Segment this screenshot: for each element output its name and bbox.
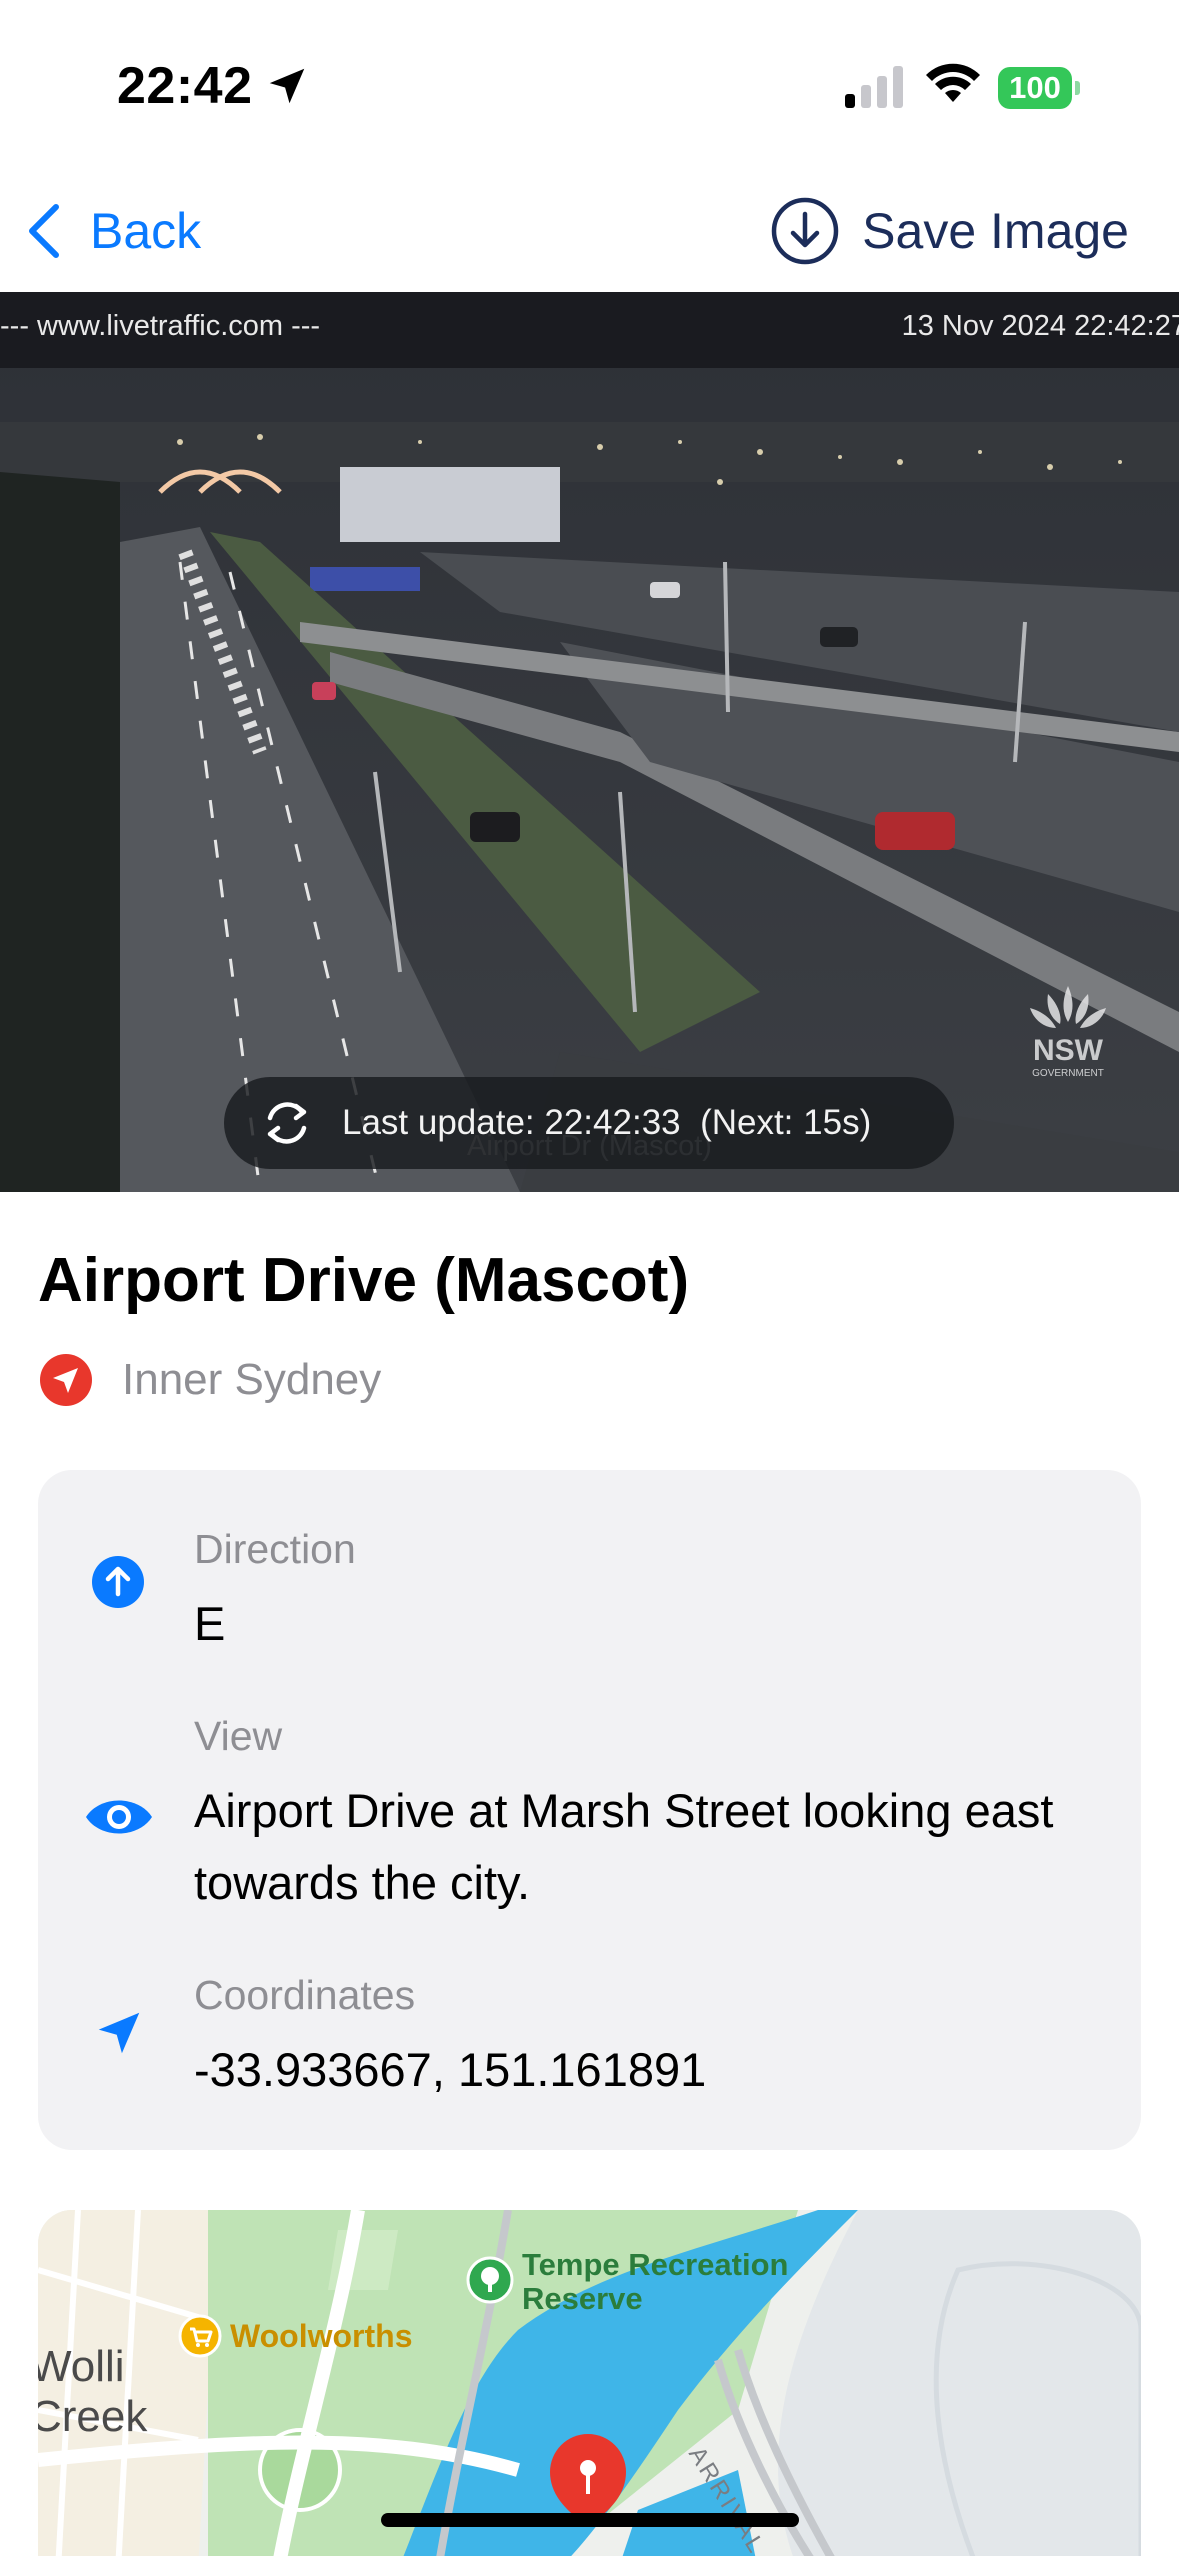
status-bar: 22:42 100 [0,0,1179,170]
camera-header-band: --- www.livetraffic.com --- 13 Nov 2024 … [0,292,1179,368]
location-map[interactable]: Tempe Recreation Reserve Woolworths Woll… [38,2210,1141,2556]
last-update-text: Last update: 22:42:33 (Next: 15s) [342,1103,872,1142]
camera-title: Airport Drive (Mascot) [38,1246,690,1315]
region-row: Inner Sydney [38,1352,381,1408]
home-indicator[interactable] [381,2513,799,2527]
region-label: Inner Sydney [122,1355,382,1404]
camera-timestamp: 13 Nov 2024 22:42:27 [901,310,1179,342]
camera-details-card: Direction E View Airport Drive at Marsh … [38,1470,1141,2150]
wifi-icon [926,63,980,102]
suburb-label-line1: Wolli [38,2342,125,2391]
camera-scene [0,292,1179,1192]
coordinates-value: -33.933667, 151.161891 [194,2043,707,2096]
last-update-pill[interactable]: Last update: 22:42:33 (Next: 15s) [224,1077,954,1169]
cellular-signal-icon [845,66,903,108]
location-arrow-icon [269,68,305,104]
nsw-government-logo: NSW GOVERNMENT [1030,986,1106,1079]
suburb-label-line2: Creek [38,2392,148,2441]
park-poi-label-line1: Tempe Recreation [522,2247,789,2282]
arrow-up-circle-icon [92,1556,144,1608]
battery-nub [1075,81,1080,95]
direction-value: E [194,1597,226,1650]
battery-indicator: 100 [998,67,1080,109]
coordinates-label: Coordinates [194,1972,416,2018]
view-value: Airport Drive at Marsh Street looking ea… [194,1784,1054,1909]
location-arrow-circle-icon [40,1354,92,1406]
traffic-camera-image: --- www.livetraffic.com --- 13 Nov 2024 … [0,292,1179,1192]
view-label: View [194,1713,283,1759]
store-poi-label: Woolworths [230,2318,413,2354]
location-arrow-icon [98,2012,140,2054]
navigation-bar: Back Save Image [0,170,1179,292]
shopping-cart-icon [178,2314,222,2358]
download-circle-icon [771,197,839,265]
chevron-left-icon [29,204,59,258]
suburb-label: Wolli Creek [38,2342,147,2442]
refresh-icon [267,1102,307,1144]
direction-label: Direction [194,1526,356,1572]
camera-source-url: --- www.livetraffic.com --- [0,310,321,342]
nsw-logo-subtext: GOVERNMENT [1032,1068,1104,1079]
save-image-label: Save Image [862,203,1129,259]
save-image-button[interactable]: Save Image [770,196,1129,266]
park-poi-label-line2: Reserve [522,2281,643,2316]
tree-poi-icon [466,2256,514,2304]
back-button[interactable]: Back [24,196,201,266]
back-label: Back [90,203,202,259]
nsw-logo-text: NSW [1033,1034,1104,1067]
battery-level: 100 [998,67,1072,109]
eye-icon [86,1800,152,1834]
status-time: 22:42 [117,57,253,115]
